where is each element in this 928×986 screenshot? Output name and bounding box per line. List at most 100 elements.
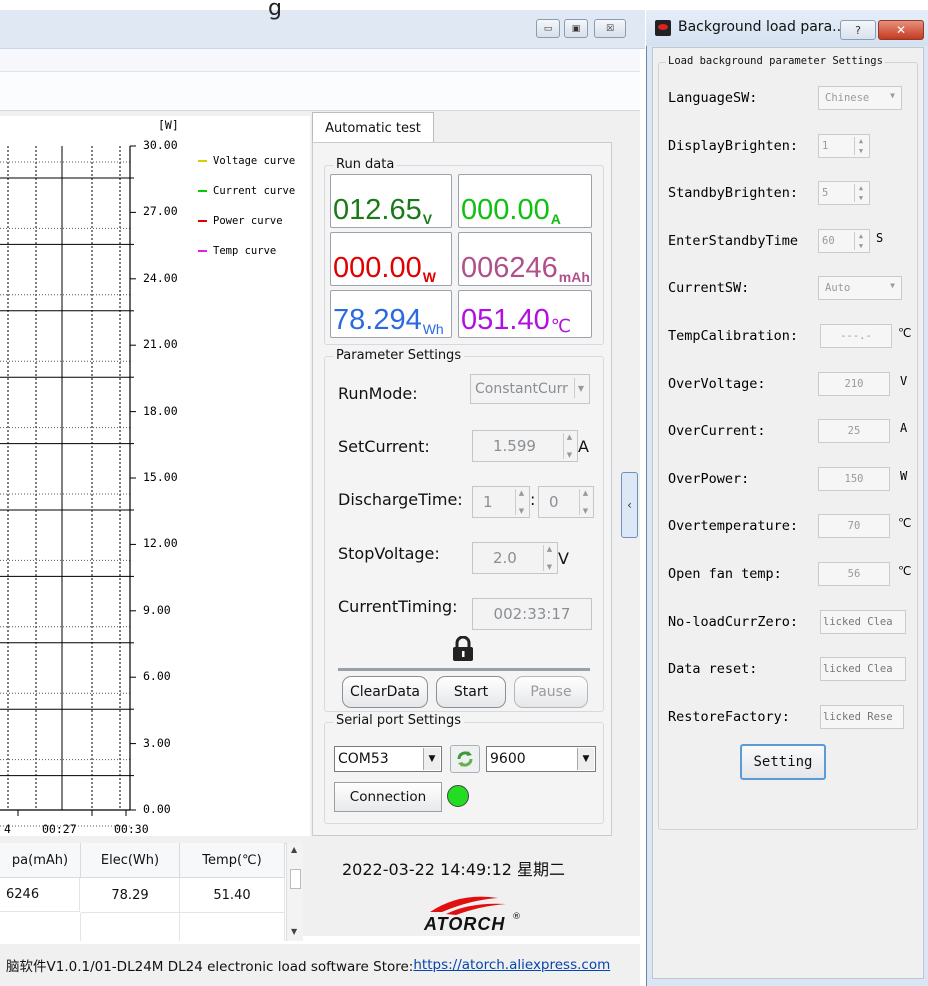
setting-stepper[interactable]: 60 ▲ ▼ (818, 228, 870, 253)
setting-stepper[interactable]: 1 ▲ ▼ (818, 133, 870, 158)
baud-rate-select[interactable]: 9600 ▼ (486, 746, 596, 772)
legend-label: Current curve (213, 185, 296, 197)
setting-unit: W (900, 468, 908, 483)
set-current-unit: A (578, 437, 589, 456)
stepper-arrows-icon[interactable]: ▲ ▼ (515, 489, 527, 515)
chevron-down-icon[interactable]: ▼ (423, 748, 440, 770)
minimize-button[interactable]: ▭ (536, 19, 560, 38)
legend-swatch (198, 220, 207, 222)
legend-item: Voltage curve (198, 146, 295, 176)
setting-value-field[interactable]: 210 (818, 371, 890, 396)
toolbar (0, 72, 640, 111)
y-tick-label: 12.00 (143, 536, 178, 551)
run-mode-label: RunMode: (338, 384, 418, 403)
current-readout: 000.00 A (458, 174, 592, 228)
help-button[interactable]: ? (840, 20, 876, 40)
stepper-arrows-icon[interactable]: ▲ ▼ (563, 433, 575, 459)
chevron-down-icon[interactable]: ▼ (890, 281, 895, 290)
datetime-display: 2022-03-22 14:49:12 星期二 (342, 860, 566, 879)
status-bar: 脑软件V1.0.1/01-DL24M DL24 electronic load … (0, 944, 640, 986)
setting-stepper[interactable]: 5 ▲ ▼ (818, 181, 870, 206)
setting-select[interactable]: Chinese ▼ (818, 86, 902, 110)
dialog-close-button[interactable]: ✕ (878, 20, 924, 40)
scroll-down-icon[interactable]: ▼ (291, 927, 297, 936)
connection-status-indicator (447, 785, 469, 807)
store-link[interactable]: https://atorch.aliexpress.com (413, 957, 610, 973)
stepper-arrows-icon[interactable]: ▲ ▼ (854, 136, 867, 155)
setting-action-button[interactable]: licked Clea (820, 657, 906, 682)
logo-text: ATORCH (424, 914, 506, 934)
y-tick-label: 3.00 (143, 735, 171, 750)
setting-button[interactable]: Setting (740, 744, 826, 780)
y-tick-label: 6.00 (143, 669, 171, 684)
refresh-button[interactable] (450, 745, 480, 773)
x-tick-label: 00:27 (42, 822, 77, 836)
collapse-panel-button[interactable]: ‹ (621, 472, 638, 538)
set-current-stepper[interactable]: 1.599 ▲ ▼ (472, 430, 578, 462)
run-mode-select[interactable]: ConstantCurr ▼ (470, 374, 590, 404)
setting-action-button[interactable]: licked Clea (820, 609, 906, 634)
legend-label: Power curve (213, 215, 283, 227)
setting-label: StandbyBrighten: (668, 185, 799, 202)
setting-label: RestoreFactory: (668, 708, 790, 725)
voltage-readout: 012.65 V (330, 174, 452, 228)
y-tick-label: 15.00 (143, 470, 178, 484)
setting-action-button[interactable]: licked Rese (820, 704, 904, 729)
discharge-hours-stepper[interactable]: 1 ▲ ▼ (472, 486, 530, 518)
setting-value-field[interactable]: 25 (818, 419, 890, 444)
run-data-title: Run data (333, 157, 398, 172)
setting-value-field[interactable]: 150 (818, 466, 890, 491)
setting-value-field[interactable]: ---.- (820, 324, 892, 348)
setting-unit: V (900, 373, 908, 388)
discharge-minutes-stepper[interactable]: 0 ▲ ▼ (538, 486, 594, 518)
stepper-arrows-icon[interactable]: ▲ ▼ (854, 184, 867, 203)
clear-data-button[interactable]: ClearData (342, 676, 428, 708)
tab-automatic-test[interactable]: Automatic test (312, 112, 434, 143)
table-header-temp: Temp(℃) (180, 843, 285, 878)
legend-swatch (198, 190, 207, 192)
chevron-down-icon[interactable]: ▼ (890, 91, 895, 100)
setting-label: DisplayBrighten: (668, 137, 799, 154)
background-settings-title: Load background parameter Settings (666, 55, 885, 67)
legend-swatch (198, 160, 207, 162)
table-header-capacity: pa(mAh) (0, 843, 81, 878)
current-timing-display: 002:33:17 (472, 598, 592, 630)
scroll-up-icon[interactable]: ▲ (291, 845, 297, 854)
app-icon (655, 20, 671, 36)
dialog-title: Background load para... (678, 19, 846, 35)
connection-button[interactable]: Connection (334, 782, 442, 812)
chevron-down-icon[interactable]: ▼ (577, 748, 594, 770)
setting-unit: A (900, 421, 908, 436)
stepper-arrows-icon[interactable]: ▲ ▼ (579, 489, 591, 515)
legend-label: Temp curve (213, 245, 277, 257)
com-port-select[interactable]: COM53 ▼ (334, 746, 442, 772)
main-titlebar: g ▭ ▣ ☒ (0, 0, 645, 49)
setting-label: OverCurrent: (668, 423, 766, 440)
energy-readout: 78.294 Wh (330, 290, 452, 338)
legend-item: Power curve (198, 206, 295, 236)
stepper-arrows-icon[interactable]: ▲ ▼ (854, 231, 867, 250)
x-tick-label: 00:30 (114, 822, 149, 836)
y-tick-label: 18.00 (143, 403, 178, 418)
setting-value-field[interactable]: 56 (818, 562, 890, 586)
chart-legend: Voltage curve Current curve Power curve Tem… (198, 146, 295, 266)
table-scrollbar[interactable]: ▲ ▼ (286, 843, 303, 941)
x-tick-label: 4 (4, 822, 11, 836)
close-button[interactable]: ☒ (594, 19, 626, 38)
legend-item: Temp curve (198, 236, 295, 266)
maximize-button[interactable]: ▣ (564, 19, 588, 38)
pause-button[interactable]: Pause (514, 676, 588, 708)
setting-value-field[interactable]: 70 (818, 514, 890, 539)
setting-select[interactable]: Auto ▼ (818, 276, 902, 301)
start-button[interactable]: Start (436, 676, 506, 708)
chevron-down-icon[interactable]: ▼ (574, 378, 587, 398)
power-readout: 000.00 W (330, 232, 452, 286)
stop-voltage-stepper[interactable]: 2.0 ▲ ▼ (472, 542, 558, 574)
y-tick-label: 27.00 (143, 204, 178, 219)
chevron-left-icon: ‹ (627, 498, 632, 512)
stepper-arrows-icon[interactable]: ▲ ▼ (543, 545, 555, 571)
scrollbar-thumb[interactable] (290, 869, 301, 889)
setting-label: Overtemperature: (668, 518, 799, 535)
stop-voltage-label: StopVoltage: (338, 544, 440, 563)
capacity-readout: 006246 mAh (458, 232, 592, 286)
